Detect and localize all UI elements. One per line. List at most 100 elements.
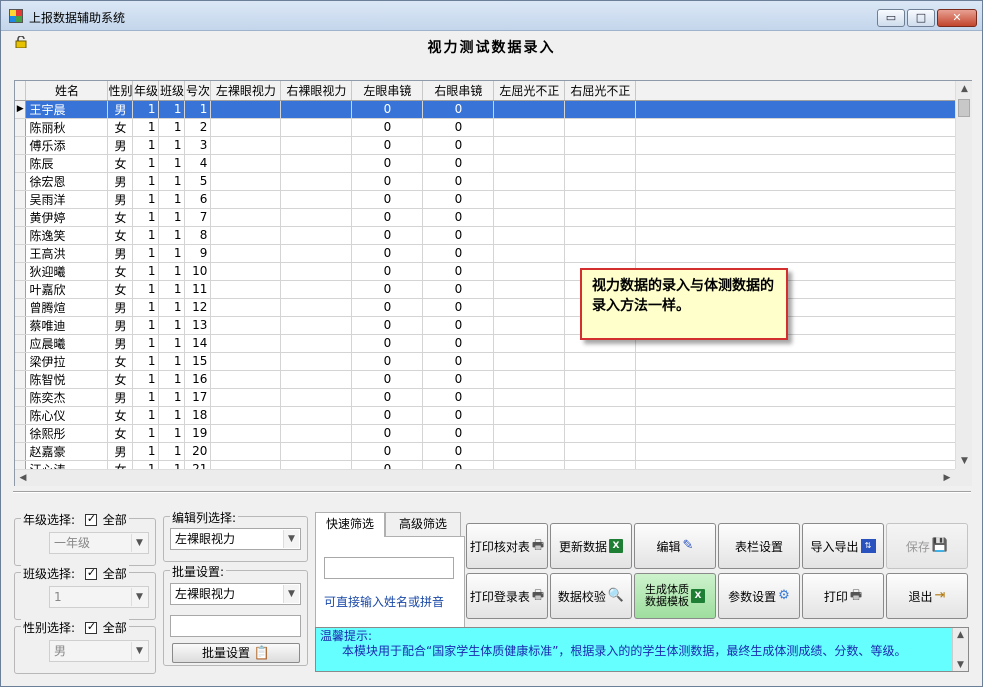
table-cell[interactable]: 汪心涛 (25, 460, 109, 469)
column-header[interactable]: 左裸眼视力 (210, 81, 282, 101)
table-cell[interactable]: 1 (184, 100, 212, 119)
row-indicator[interactable] (15, 136, 27, 155)
table-cell[interactable] (280, 118, 353, 137)
table-cell[interactable]: 男 (107, 442, 134, 461)
table-cell[interactable] (210, 370, 282, 389)
table-cell[interactable]: 叶嘉欣 (25, 280, 109, 299)
table-cell[interactable]: 1 (158, 352, 186, 371)
table-cell[interactable]: 1 (158, 100, 186, 119)
table-cell[interactable] (493, 442, 566, 461)
table-row[interactable]: 狄迎曦女 1 1 10 0 0 (15, 262, 955, 281)
table-cell[interactable] (493, 334, 566, 353)
table-cell[interactable] (564, 406, 637, 425)
table-cell[interactable]: 男 (107, 244, 134, 263)
table-cell[interactable]: 1 (158, 316, 186, 335)
table-cell[interactable]: 0 (422, 118, 495, 137)
table-cell[interactable]: 0 (422, 370, 495, 389)
table-cell[interactable] (280, 316, 353, 335)
table-cell[interactable]: 女 (107, 406, 134, 425)
table-cell[interactable]: 0 (351, 100, 424, 119)
table-cell[interactable]: 1 (132, 388, 160, 407)
table-cell[interactable] (493, 226, 566, 245)
table-cell[interactable] (210, 352, 282, 371)
table-cell[interactable] (210, 406, 282, 425)
table-cell[interactable] (280, 388, 353, 407)
table-cell[interactable]: 陈智悦 (25, 370, 109, 389)
table-cell[interactable] (280, 280, 353, 299)
table-cell[interactable]: 男 (107, 136, 134, 155)
table-row[interactable]: 陈辰女 1 1 4 0 0 (15, 154, 955, 173)
table-cell[interactable]: 16 (184, 370, 212, 389)
table-cell[interactable] (280, 226, 353, 245)
table-cell[interactable]: 0 (422, 190, 495, 209)
table-cell[interactable]: 0 (351, 208, 424, 227)
close-button[interactable]: ✕ (937, 9, 977, 27)
table-cell[interactable]: 18 (184, 406, 212, 425)
row-indicator[interactable] (15, 406, 27, 425)
table-cell[interactable]: 女 (107, 424, 134, 443)
table-cell[interactable]: 1 (132, 172, 160, 191)
table-cell[interactable]: 0 (351, 118, 424, 137)
table-cell[interactable]: 0 (351, 370, 424, 389)
row-indicator[interactable] (15, 118, 27, 137)
table-cell[interactable]: 9 (184, 244, 212, 263)
table-cell[interactable]: 0 (422, 334, 495, 353)
row-indicator[interactable] (15, 352, 27, 371)
table-cell[interactable]: 陈辰 (25, 154, 109, 173)
table-cell[interactable]: 1 (132, 208, 160, 227)
table-cell[interactable]: 2 (184, 118, 212, 137)
row-indicator[interactable] (15, 388, 27, 407)
table-cell[interactable]: 陈心仪 (25, 406, 109, 425)
row-indicator[interactable] (15, 442, 27, 461)
table-row[interactable]: 徐宏恩男 1 1 5 0 0 (15, 172, 955, 191)
table-cell[interactable] (280, 262, 353, 281)
table-cell[interactable]: 王高洪 (25, 244, 109, 263)
maximize-button[interactable]: □ (907, 9, 935, 27)
edit-button[interactable]: 编辑 ✎ (634, 523, 716, 569)
column-header[interactable]: 性别 (107, 81, 134, 101)
table-cell[interactable] (493, 136, 566, 155)
table-cell[interactable]: 0 (422, 244, 495, 263)
table-cell[interactable] (280, 334, 353, 353)
row-indicator[interactable] (15, 298, 27, 317)
table-cell[interactable] (210, 298, 282, 317)
table-cell[interactable] (210, 442, 282, 461)
print-register-button[interactable]: 打印登录表 🖶 (466, 573, 548, 619)
table-cell[interactable]: 20 (184, 442, 212, 461)
table-cell[interactable]: 1 (132, 154, 160, 173)
column-header[interactable]: 右屈光不正 (564, 81, 637, 101)
table-cell[interactable]: 15 (184, 352, 212, 371)
table-cell[interactable] (493, 460, 566, 469)
table-cell[interactable]: 0 (422, 316, 495, 335)
column-header[interactable]: 号次 (184, 81, 212, 101)
column-header[interactable]: 右裸眼视力 (280, 81, 353, 101)
table-cell[interactable] (210, 334, 282, 353)
class-select[interactable]: 1 ▼ (49, 586, 149, 608)
table-cell[interactable] (493, 406, 566, 425)
table-cell[interactable]: 吴雨洋 (25, 190, 109, 209)
table-cell[interactable] (564, 154, 637, 173)
table-cell[interactable]: 1 (132, 280, 160, 299)
table-cell[interactable]: 4 (184, 154, 212, 173)
table-cell[interactable]: 0 (351, 190, 424, 209)
tab-advanced-filter[interactable]: 高级筛选 (385, 512, 461, 536)
grade-select[interactable]: 一年级 ▼ (49, 532, 149, 554)
print-check-button[interactable]: 打印核对表 🖶 (466, 523, 548, 569)
tips-scrollbar[interactable]: ▲ ▼ (952, 628, 968, 671)
param-settings-button[interactable]: 参数设置 ⚙ (718, 573, 800, 619)
table-cell[interactable]: 1 (158, 244, 186, 263)
row-indicator[interactable] (15, 280, 27, 299)
table-cell[interactable]: 1 (158, 190, 186, 209)
quick-filter-input[interactable] (324, 557, 454, 579)
column-header[interactable]: 年级 (132, 81, 160, 101)
table-cell[interactable]: 1 (132, 262, 160, 281)
table-cell[interactable]: 傅乐添 (25, 136, 109, 155)
table-cell[interactable] (493, 298, 566, 317)
table-cell[interactable]: 0 (422, 424, 495, 443)
row-indicator[interactable] (15, 424, 27, 443)
table-cell[interactable]: 0 (422, 298, 495, 317)
table-cell[interactable]: 狄迎曦 (25, 262, 109, 281)
table-row[interactable]: 陈心仪女 1 1 18 0 0 (15, 406, 955, 425)
table-cell[interactable] (210, 190, 282, 209)
table-cell[interactable]: 1 (158, 118, 186, 137)
